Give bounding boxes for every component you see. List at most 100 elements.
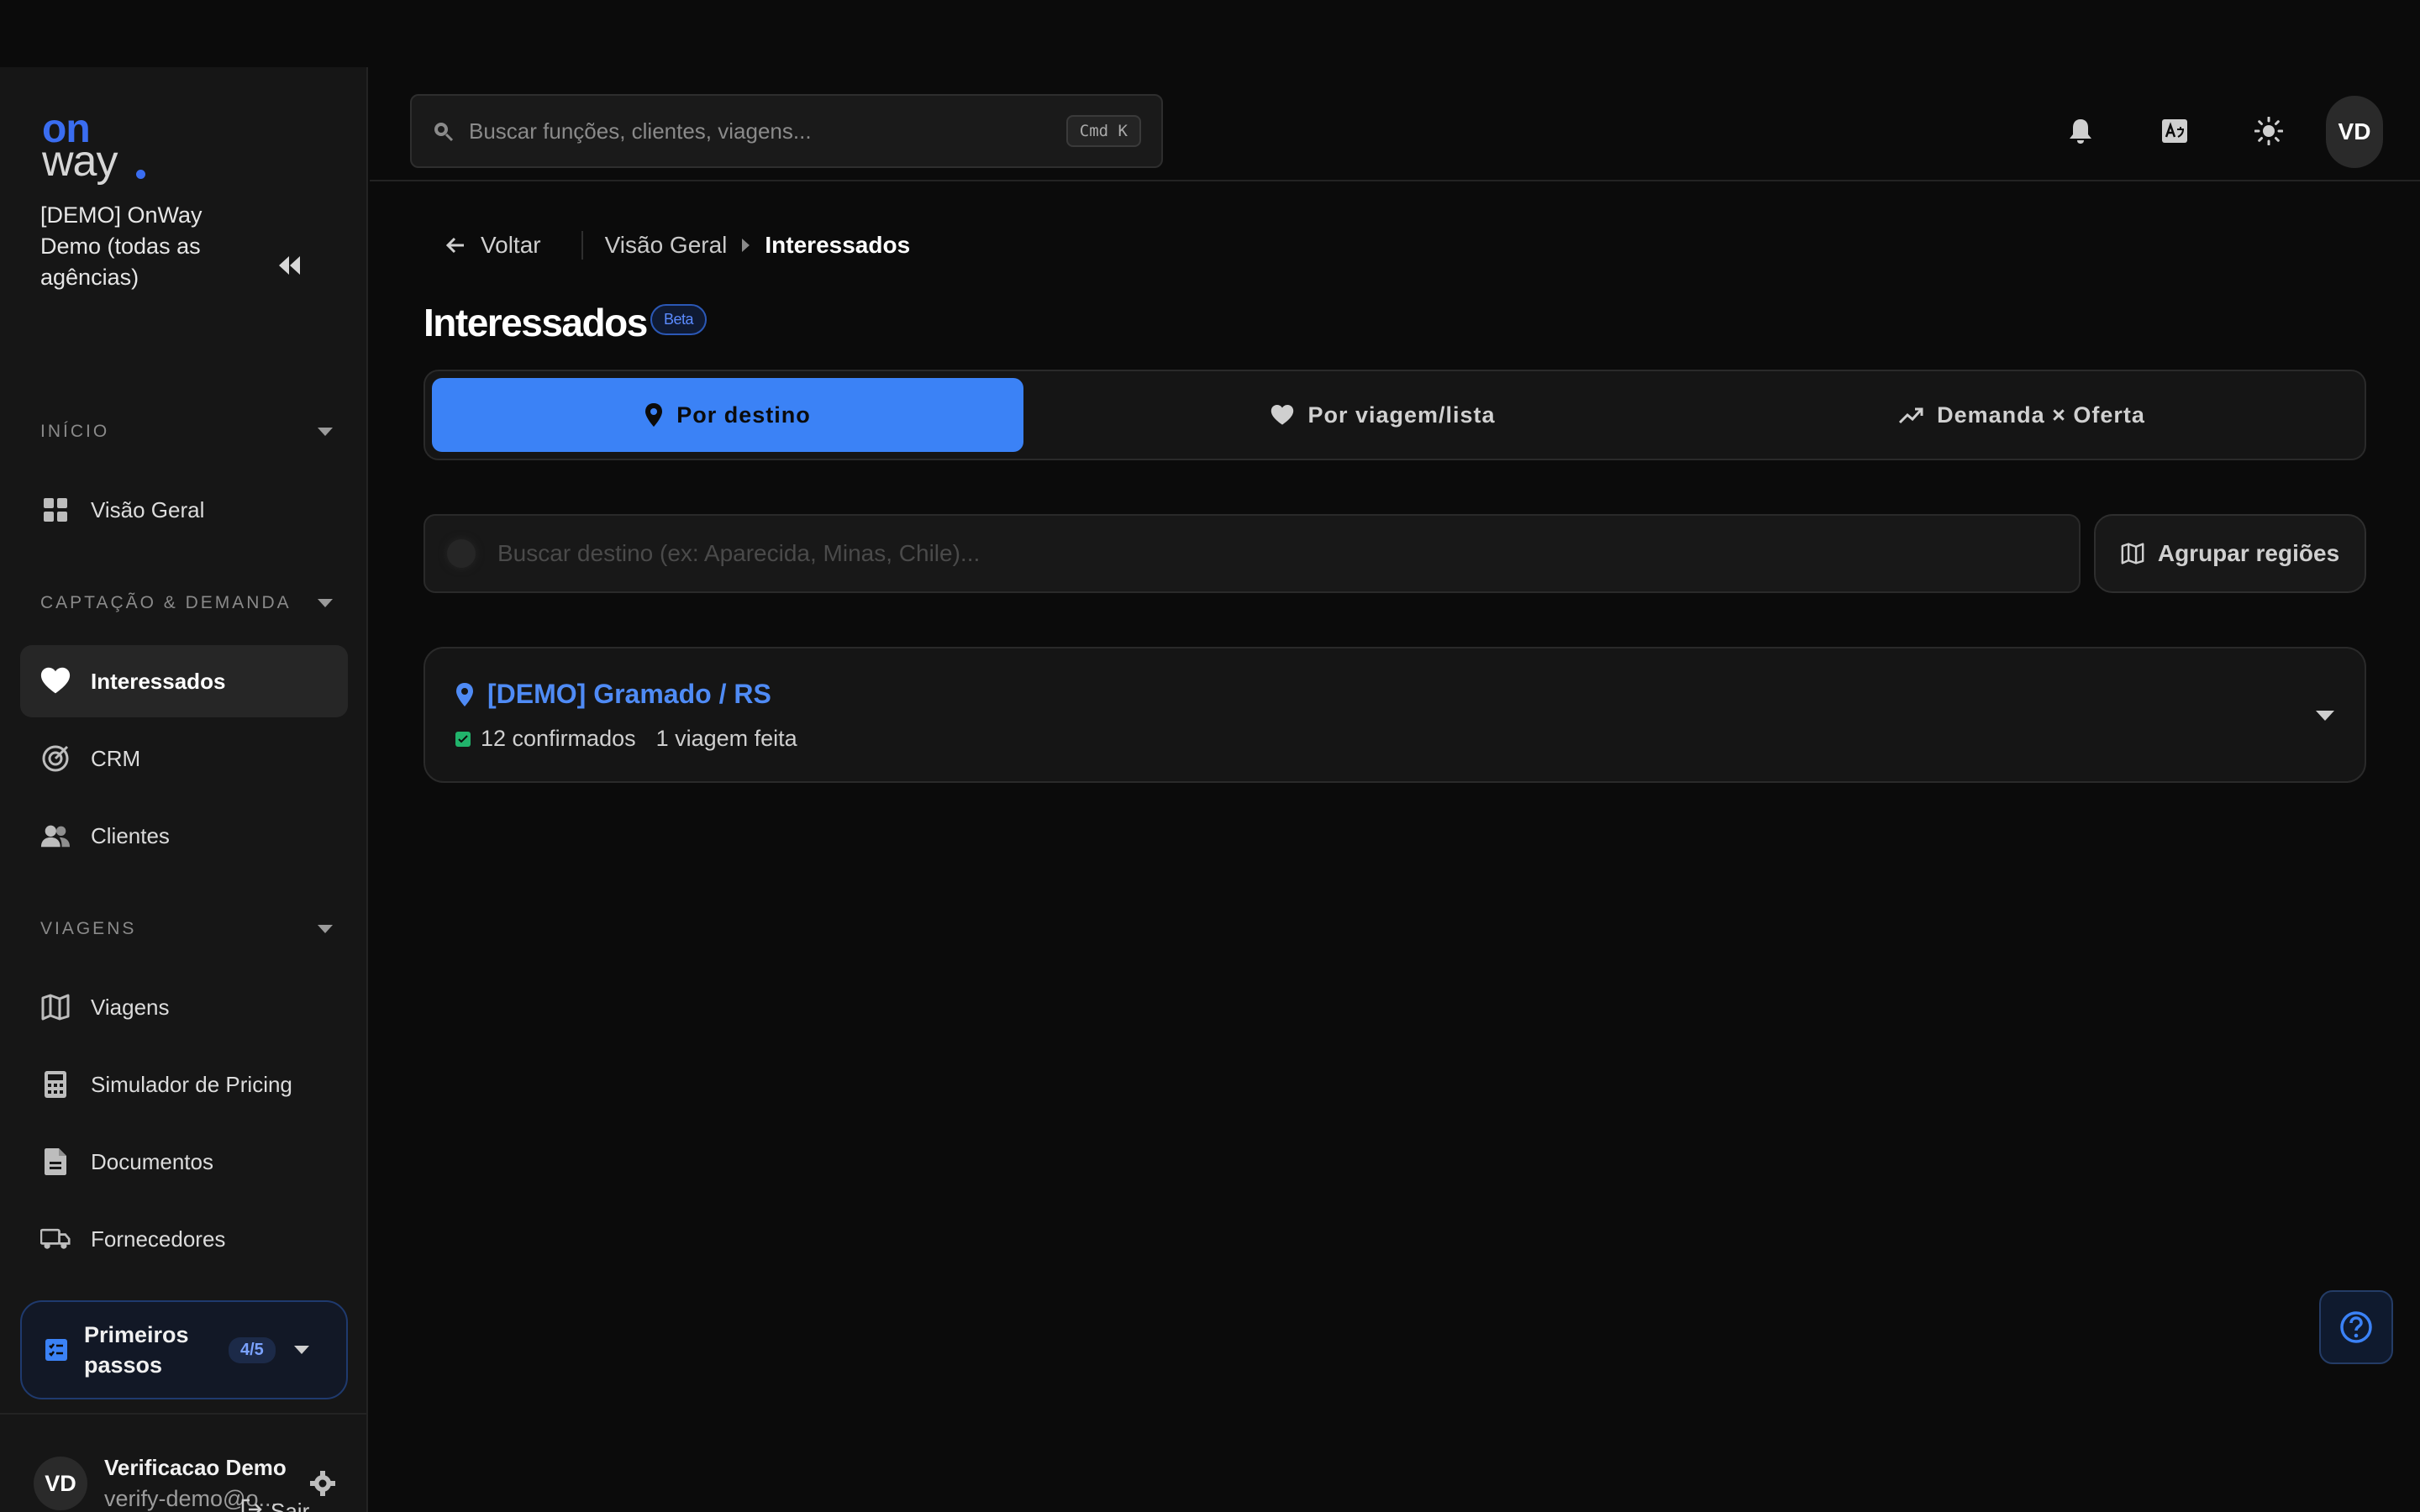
group-regions-label: Agrupar regiões <box>2157 540 2340 566</box>
back-button[interactable]: Voltar <box>445 232 541 259</box>
help-button[interactable] <box>2319 1290 2393 1364</box>
collapse-sidebar-button[interactable] <box>271 247 308 284</box>
tab-por-destino[interactable]: Por destino <box>432 378 1023 452</box>
chevron-down-icon <box>318 428 333 436</box>
logout-button[interactable]: Sair <box>240 1499 309 1512</box>
destination-title-row: [DEMO] Gramado / RS <box>455 679 771 710</box>
chevron-down-icon <box>293 1346 309 1354</box>
translate-icon <box>2162 119 2187 143</box>
users-icon <box>40 821 71 851</box>
pin-icon <box>456 682 473 706</box>
confirmed-count: 12 confirmados <box>481 726 636 751</box>
breadcrumb-divider <box>581 231 583 260</box>
bell-icon <box>2070 119 2091 144</box>
page-title: Interessados <box>424 301 648 344</box>
destination-stats: 12 confirmados 1 viagem feita <box>455 726 797 752</box>
sidebar-item-label: Viagens <box>91 994 170 1020</box>
section-title: INÍCIO <box>40 422 110 441</box>
language-button[interactable] <box>2151 108 2198 155</box>
section-inicio[interactable]: INÍCIO <box>40 415 334 449</box>
sidebar-item-viagens[interactable]: Viagens <box>20 971 348 1043</box>
sun-icon <box>2254 117 2283 145</box>
sidebar-item-label: CRM <box>91 745 141 771</box>
truck-icon <box>40 1224 71 1254</box>
keyboard-shortcut-hint: Cmd K <box>1065 115 1141 147</box>
destination-card[interactable]: [DEMO] Gramado / RS 12 confirmados 1 via… <box>424 647 2366 783</box>
tab-por-viagem-lista[interactable]: Por viagem/lista <box>1087 378 1679 452</box>
sidebar-item-clientes[interactable]: Clientes <box>20 800 348 872</box>
tab-demanda-oferta[interactable]: Demanda × Oferta <box>1726 378 2317 452</box>
tab-label: Demanda × Oferta <box>1937 402 2145 428</box>
avatar: VD <box>34 1457 87 1510</box>
onway-logo[interactable]: on way <box>42 109 151 185</box>
sidebar-item-interessados[interactable]: Interessados <box>20 645 348 717</box>
breadcrumb-current: Interessados <box>765 232 911 258</box>
window-top-strip <box>0 0 2420 67</box>
heart-icon <box>40 666 71 696</box>
pin-icon <box>645 403 663 427</box>
heart-icon <box>1271 404 1294 425</box>
destination-name: [DEMO] Gramado / RS <box>487 679 771 709</box>
theme-toggle-button[interactable] <box>2245 108 2292 155</box>
sidebar: on way [DEMO] OnWay Demo (todas as agênc… <box>0 67 368 1512</box>
breadcrumb-parent-link[interactable]: Visão Geral <box>605 232 728 259</box>
search-placeholder: Buscar funções, clientes, viagens... <box>469 118 812 144</box>
user-name: Verificacao Demo <box>104 1455 287 1480</box>
gear-icon <box>310 1471 335 1496</box>
topbar: Buscar funções, clientes, viagens... Cmd… <box>370 67 2420 181</box>
logo-way: way <box>42 137 118 186</box>
logo-dot <box>136 170 145 179</box>
sidebar-item-label: Documentos <box>91 1148 213 1174</box>
question-icon <box>2340 1311 2372 1343</box>
organization-name[interactable]: [DEMO] OnWay Demo (todas as agências) <box>40 200 234 293</box>
chevron-down-icon <box>2316 711 2334 721</box>
beta-badge: Beta <box>650 304 708 335</box>
sidebar-item-crm[interactable]: CRM <box>20 722 348 795</box>
destination-search-input[interactable]: Buscar destino (ex: Aparecida, Minas, Ch… <box>424 514 2081 593</box>
search-icon <box>434 123 454 142</box>
destination-search-placeholder: Buscar destino (ex: Aparecida, Minas, Ch… <box>497 540 981 566</box>
sidebar-item-fornecedores[interactable]: Fornecedores <box>20 1203 348 1275</box>
sidebar-item-label: Fornecedores <box>91 1226 226 1252</box>
logout-label: Sair <box>271 1499 310 1512</box>
first-steps-card[interactable]: Primeiros passos 4/5 <box>20 1300 348 1399</box>
sidebar-item-label: Interessados <box>91 668 226 694</box>
section-title: CAPTAÇÃO & DEMANDA <box>40 593 292 612</box>
sidebar-divider <box>0 1413 368 1415</box>
logout-icon <box>241 1499 262 1512</box>
section-title: VIAGENS <box>40 919 137 938</box>
map-icon <box>40 992 71 1022</box>
avatar[interactable]: VD <box>2326 96 2383 168</box>
section-captacao-demanda[interactable]: CAPTAÇÃO & DEMANDA <box>40 586 334 620</box>
sidebar-item-documentos[interactable]: Documentos <box>20 1126 348 1198</box>
search-icon <box>447 539 476 568</box>
settings-button[interactable] <box>306 1467 339 1500</box>
chevron-down-icon <box>318 599 333 607</box>
breadcrumb: Voltar Visão Geral Interessados <box>445 227 910 264</box>
tab-label: Por destino <box>676 402 811 428</box>
group-regions-button[interactable]: Agrupar regiões <box>2094 514 2366 593</box>
section-viagens[interactable]: VIAGENS <box>40 912 334 946</box>
sidebar-item-label: Clientes <box>91 822 170 848</box>
checklist-icon <box>45 1339 67 1361</box>
trips-count: 1 viagem feita <box>655 726 797 751</box>
global-search-input[interactable]: Buscar funções, clientes, viagens... Cmd… <box>410 94 1163 168</box>
grid-icon <box>40 495 71 525</box>
calculator-icon <box>40 1069 71 1100</box>
sidebar-item-label: Simulador de Pricing <box>91 1071 292 1097</box>
tab-label: Por viagem/lista <box>1307 402 1496 428</box>
sidebar-item-visao-geral[interactable]: Visão Geral <box>20 474 348 546</box>
target-icon <box>40 743 71 774</box>
sidebar-item-simulador-pricing[interactable]: Simulador de Pricing <box>20 1048 348 1121</box>
trend-icon <box>1899 407 1923 424</box>
map-icon <box>2121 543 2144 564</box>
sidebar-item-label: Visão Geral <box>91 496 205 522</box>
view-tabs: Por destino Por viagem/lista Demanda × O… <box>424 370 2366 460</box>
notifications-button[interactable] <box>2057 108 2104 155</box>
checkbox-icon <box>455 731 471 747</box>
back-label: Voltar <box>481 232 541 258</box>
document-icon <box>40 1147 71 1177</box>
arrow-left-icon <box>445 237 464 254</box>
double-chevron-left-icon <box>279 256 300 275</box>
first-steps-label: Primeiros passos <box>84 1322 189 1378</box>
